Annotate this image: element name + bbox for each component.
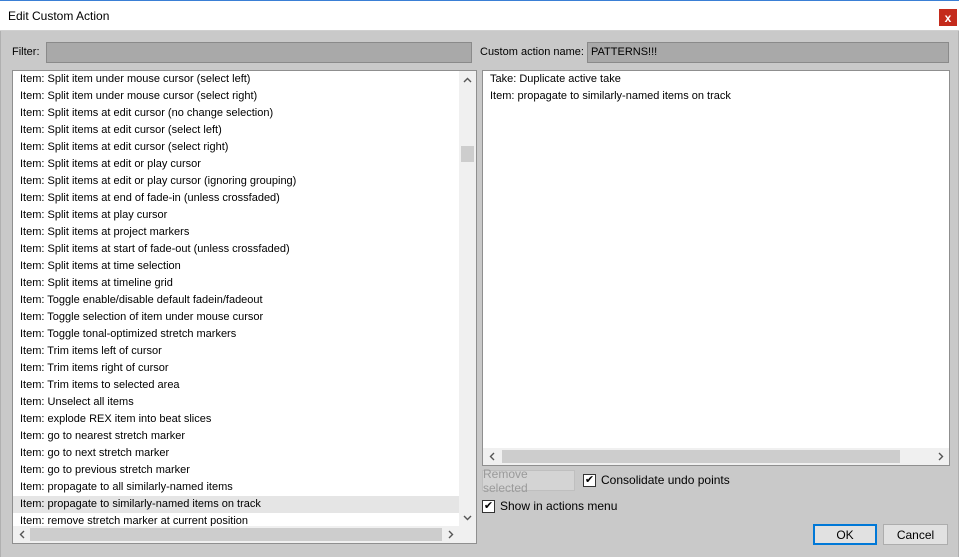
- list-item[interactable]: Item: Split items at time selection: [13, 258, 459, 275]
- show-in-actions-menu-label: Show in actions menu: [500, 499, 618, 513]
- show-in-actions-menu-checkbox[interactable]: ✔ Show in actions menu: [482, 499, 617, 513]
- ok-button[interactable]: OK: [813, 524, 877, 545]
- actions-list-scroll-thumb[interactable]: [461, 146, 474, 162]
- chevron-up-icon[interactable]: [459, 71, 476, 88]
- consolidate-undo-label: Consolidate undo points: [601, 473, 730, 487]
- list-item[interactable]: Item: Toggle tonal-optimized stretch mar…: [13, 326, 459, 343]
- scroll-corner: [459, 526, 476, 543]
- chevron-right-icon[interactable]: [932, 448, 949, 465]
- chevron-left-icon[interactable]: [13, 526, 30, 543]
- list-item[interactable]: Item: Split items at edit cursor (select…: [13, 139, 459, 156]
- chevron-down-icon[interactable]: [459, 509, 476, 526]
- list-item[interactable]: Item: Split items at timeline grid: [13, 275, 459, 292]
- list-item[interactable]: Take: Duplicate active take: [483, 71, 949, 88]
- list-item[interactable]: Item: Split items at edit cursor (select…: [13, 122, 459, 139]
- list-item[interactable]: Item: Trim items left of cursor: [13, 343, 459, 360]
- actions-list[interactable]: Item: Split item under mouse cursor (sel…: [12, 70, 477, 544]
- list-item[interactable]: Item: Split items at project markers: [13, 224, 459, 241]
- chevron-right-icon[interactable]: [442, 526, 459, 543]
- list-item[interactable]: Item: go to next stretch marker: [13, 445, 459, 462]
- list-item[interactable]: Item: Toggle selection of item under mou…: [13, 309, 459, 326]
- list-item[interactable]: Item: go to previous stretch marker: [13, 462, 459, 479]
- consolidate-undo-check[interactable]: ✔: [583, 473, 596, 487]
- list-item[interactable]: Item: Trim items to selected area: [13, 377, 459, 394]
- list-item[interactable]: Item: Split items at play cursor: [13, 207, 459, 224]
- actions-list-hscroll-thumb[interactable]: [30, 528, 442, 541]
- list-item[interactable]: Item: Split items at edit cursor (no cha…: [13, 105, 459, 122]
- show-in-actions-menu-check[interactable]: ✔: [482, 499, 495, 513]
- checkmark-icon: ✔: [584, 473, 595, 486]
- list-item[interactable]: Item: go to nearest stretch marker: [13, 428, 459, 445]
- list-item[interactable]: Item: Split item under mouse cursor (sel…: [13, 88, 459, 105]
- filter-label: Filter:: [12, 46, 40, 58]
- list-item[interactable]: Item: Split items at edit or play cursor…: [13, 173, 459, 190]
- list-item[interactable]: Item: propagate to all similarly-named i…: [13, 479, 459, 496]
- list-item[interactable]: Item: Split item under mouse cursor (sel…: [13, 71, 459, 88]
- list-item[interactable]: Item: propagate to similarly-named items…: [13, 496, 459, 513]
- list-item[interactable]: Item: Toggle enable/disable default fade…: [13, 292, 459, 309]
- filter-input[interactable]: [46, 42, 472, 63]
- custom-action-steps-list[interactable]: Take: Duplicate active take Item: propaga…: [482, 70, 950, 466]
- actions-list-vertical-scrollbar[interactable]: [459, 71, 476, 526]
- custom-action-name-input[interactable]: PATTERNS!!!: [587, 42, 949, 63]
- close-button[interactable]: x: [939, 9, 957, 26]
- title-bar: Edit Custom Action x: [0, 0, 959, 31]
- remove-selected-button[interactable]: Remove selected: [482, 467, 575, 495]
- chevron-left-icon[interactable]: [483, 448, 500, 465]
- actions-list-horizontal-scrollbar[interactable]: [13, 526, 459, 543]
- cancel-button[interactable]: Cancel: [883, 524, 948, 545]
- steps-list-horizontal-scrollbar[interactable]: [483, 448, 949, 465]
- checkmark-icon: ✔: [483, 499, 494, 512]
- list-item[interactable]: Item: Trim items right of cursor: [13, 360, 459, 377]
- consolidate-undo-checkbox[interactable]: ✔ Consolidate undo points: [583, 473, 730, 487]
- list-item[interactable]: Item: propagate to similarly-named items…: [483, 88, 949, 105]
- list-item[interactable]: Item: explode REX item into beat slices: [13, 411, 459, 428]
- list-item[interactable]: Item: Unselect all items: [13, 394, 459, 411]
- steps-list-hscroll-thumb[interactable]: [502, 450, 900, 463]
- window-title: Edit Custom Action: [8, 9, 110, 23]
- list-item[interactable]: Item: Split items at start of fade-out (…: [13, 241, 459, 258]
- list-item[interactable]: Item: Split items at edit or play cursor: [13, 156, 459, 173]
- actions-list-items: Item: Split item under mouse cursor (sel…: [13, 71, 459, 526]
- custom-action-steps-items: Take: Duplicate active take Item: propaga…: [483, 71, 949, 448]
- dialog-body: Filter: Custom action name: PATTERNS!!! …: [0, 31, 959, 557]
- list-item[interactable]: Item: Split items at end of fade-in (unl…: [13, 190, 459, 207]
- list-item[interactable]: Item: remove stretch marker at current p…: [13, 513, 459, 526]
- custom-action-name-label: Custom action name:: [480, 46, 584, 58]
- close-icon: x: [944, 10, 952, 25]
